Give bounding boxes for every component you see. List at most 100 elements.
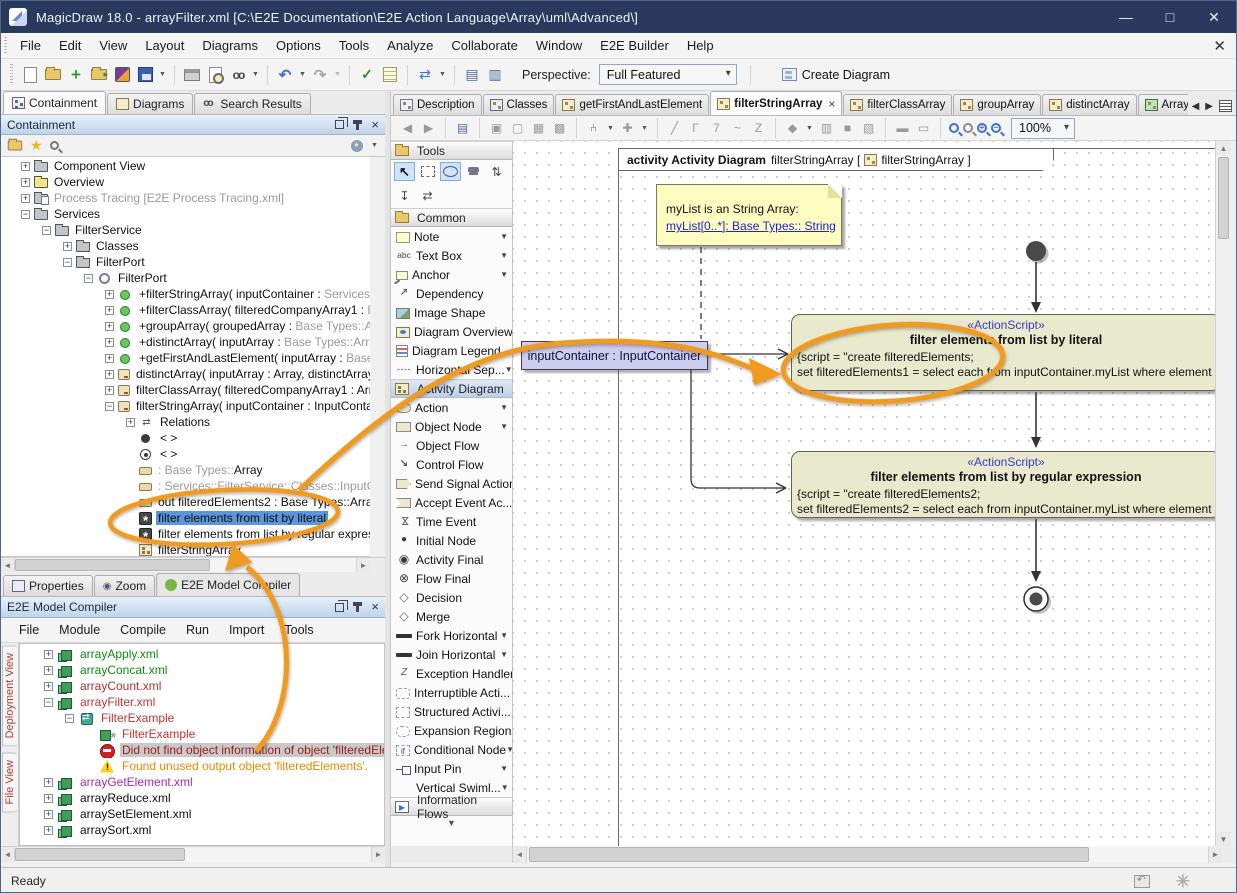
containment-tree-row[interactable]: out filteredElements2 : Base Types::Arra… <box>1 494 370 510</box>
perspective-select[interactable]: Full Featured <box>599 64 737 85</box>
delete-from-model-icon[interactable]: ▩ <box>551 120 568 137</box>
quick-search-icon[interactable] <box>50 141 59 150</box>
compiler-menu-file[interactable]: File <box>9 620 49 640</box>
palette-section-tools[interactable]: Tools <box>391 141 512 160</box>
menu-options[interactable]: Options <box>267 34 330 57</box>
containment-tree-row[interactable]: : Services::FilterService::Classes::Inpu… <box>1 478 370 494</box>
spelling-icon[interactable]: ✓ <box>357 65 377 85</box>
canvas-vscrollbar[interactable]: ▲ ▼ <box>1215 141 1231 846</box>
palette-item-exception-handler[interactable]: Exception Handler <box>391 664 512 683</box>
tree-expander-icon[interactable]: + <box>105 354 114 363</box>
scroll-right-icon[interactable]: ► <box>356 558 370 572</box>
quick-layout-icon[interactable]: ✚ <box>619 120 636 137</box>
scroll-left-icon[interactable]: ◄ <box>1 558 15 572</box>
line-oblique-icon[interactable]: ╱ <box>666 120 683 137</box>
add-icon[interactable]: + <box>66 65 86 85</box>
containment-tree-row[interactable]: ++groupArray( groupedArray : Base Types:… <box>1 318 370 334</box>
diagram-tab-grouparray[interactable]: groupArray <box>953 94 1041 115</box>
containment-tree-row[interactable]: +Process Tracing [E2E Process Tracing.xm… <box>1 190 370 206</box>
containment-tree-row[interactable]: +Component View <box>1 158 370 174</box>
object-node-inputcontainer[interactable]: inputContainer : InputContainer <box>521 341 708 370</box>
containment-tree-row[interactable]: +Overview <box>1 174 370 190</box>
tree-expander-icon[interactable]: + <box>21 162 30 171</box>
palette-item-note[interactable]: Note▼ <box>391 227 512 246</box>
undo-dropdown-icon[interactable]: ▼ <box>298 71 307 78</box>
palette-item-anchor[interactable]: Anchor▼ <box>391 265 512 284</box>
pin-panel-icon[interactable] <box>356 120 359 130</box>
palette-item-send-signal-action[interactable]: Send Signal Action <box>391 474 512 493</box>
compiler-menu-module[interactable]: Module <box>49 620 110 640</box>
line-mixed-icon[interactable]: Z <box>750 120 767 137</box>
diagram-tab-getfirstandlastelement[interactable]: getFirstAndLastElement <box>555 94 709 115</box>
palette-dropdown-icon[interactable]: ▼ <box>500 232 508 241</box>
menu-layout[interactable]: Layout <box>136 34 193 57</box>
diagram-tab-distinctarray[interactable]: distinctArray <box>1042 94 1136 115</box>
tabs-scroll-left-icon[interactable]: ◀ <box>1192 101 1200 112</box>
profile-icon[interactable] <box>112 65 132 85</box>
menu-e2e-builder[interactable]: E2E Builder <box>591 34 678 57</box>
containment-tree-row[interactable]: ++filterClassArray( filteredCompanyArray… <box>1 302 370 318</box>
compiler-tree-row[interactable]: Did not find object information of objec… <box>20 742 384 758</box>
menu-edit[interactable]: Edit <box>50 34 90 57</box>
tree-expander-icon[interactable]: − <box>42 226 51 235</box>
comments-icon[interactable] <box>380 65 400 85</box>
palette-dropdown-icon[interactable]: ▼ <box>505 365 512 374</box>
menu-file[interactable]: File <box>11 34 50 57</box>
palette-item-structured-activi-[interactable]: Structured Activi... <box>391 702 512 721</box>
diagram-canvas[interactable]: activity Activity Diagram filterStringAr… <box>513 141 1215 846</box>
palette-section-information-flows[interactable]: Information Flows <box>391 797 512 816</box>
menu-view[interactable]: View <box>90 34 136 57</box>
compiler-menu-import[interactable]: Import <box>219 620 274 640</box>
containment-tree-row[interactable]: < > <box>1 446 370 462</box>
containment-tree-row[interactable]: +Relations <box>1 414 370 430</box>
containment-tree-row[interactable]: < > <box>1 430 370 446</box>
stamp-tool-icon[interactable] <box>463 162 484 181</box>
tree-expander-icon[interactable]: + <box>63 242 72 251</box>
palette-dropdown-icon[interactable]: ▼ <box>500 251 508 260</box>
compiler-menu-run[interactable]: Run <box>176 620 219 640</box>
tree-expander-icon[interactable]: − <box>21 210 30 219</box>
line-rectilinear-icon[interactable]: Γ <box>687 120 704 137</box>
tree-expander-icon[interactable]: + <box>44 794 53 803</box>
fill-color-icon[interactable]: ◆ <box>784 120 801 137</box>
oval-tool-icon[interactable] <box>440 162 461 181</box>
palette-item-diagram-legend[interactable]: Diagram Legend <box>391 341 512 360</box>
find-dropdown-icon[interactable]: ▼ <box>251 71 260 78</box>
line-curved-icon[interactable]: ~ <box>729 120 746 137</box>
compiler-tree-row[interactable]: +arraySetElement.xml <box>20 806 384 822</box>
compiler-menu-tools[interactable]: Tools <box>274 620 323 640</box>
containment-tree-row[interactable]: −FilterPort <box>1 254 370 270</box>
containment-tree-row[interactable]: −Services <box>1 206 370 222</box>
scroll-left-icon[interactable]: ◄ <box>1 847 15 862</box>
palette-item-expansion-region[interactable]: Expansion Region <box>391 721 512 740</box>
float-panel-icon[interactable] <box>335 120 344 129</box>
menu-diagrams[interactable]: Diagrams <box>193 34 267 57</box>
new-project-icon[interactable] <box>20 65 40 85</box>
menubar-close-icon[interactable]: ✕ <box>1213 37 1226 55</box>
align-icon[interactable]: ▬ <box>894 120 911 137</box>
tab-deployment-view[interactable]: Deployment View <box>2 645 17 746</box>
palette-item-dependency[interactable]: Dependency <box>391 284 512 303</box>
tree-expander-icon[interactable]: − <box>63 258 72 267</box>
palette-section-common[interactable]: Common <box>391 208 512 227</box>
containment-tree-row[interactable]: ++filterStringArray( inputContainer : Se… <box>1 286 370 302</box>
tab-close-icon[interactable]: × <box>828 97 835 111</box>
scroll-left-icon[interactable]: ◄ <box>513 846 527 863</box>
tree-expander-icon[interactable]: − <box>44 698 53 707</box>
copy-icon[interactable]: ▣ <box>488 120 505 137</box>
line-bezier-icon[interactable]: 7 <box>708 120 725 137</box>
tree-expander-icon[interactable]: − <box>84 274 93 283</box>
tab-e2e-model-compiler[interactable]: E2E Model Compiler <box>156 573 300 596</box>
compiler-tree-row[interactable]: +arrayConcat.xml <box>20 662 384 678</box>
close-button[interactable]: ✕ <box>1192 1 1236 33</box>
menu-tools[interactable]: Tools <box>330 34 378 57</box>
tab-containment[interactable]: Containment <box>3 91 106 114</box>
compiler-tree-row[interactable]: +arrayCount.xml <box>20 678 384 694</box>
forward-icon[interactable]: ▶ <box>420 120 437 137</box>
palette-item-horizontal-sep-[interactable]: Horizontal Sep...▼ <box>391 360 512 379</box>
tree-expander-icon[interactable]: + <box>105 386 114 395</box>
snap-icon[interactable]: ▧ <box>860 120 877 137</box>
redo-icon[interactable]: ↷ <box>310 65 330 85</box>
tree-expander-icon[interactable]: + <box>105 290 114 299</box>
palette-item-image-shape[interactable]: Image Shape <box>391 303 512 322</box>
